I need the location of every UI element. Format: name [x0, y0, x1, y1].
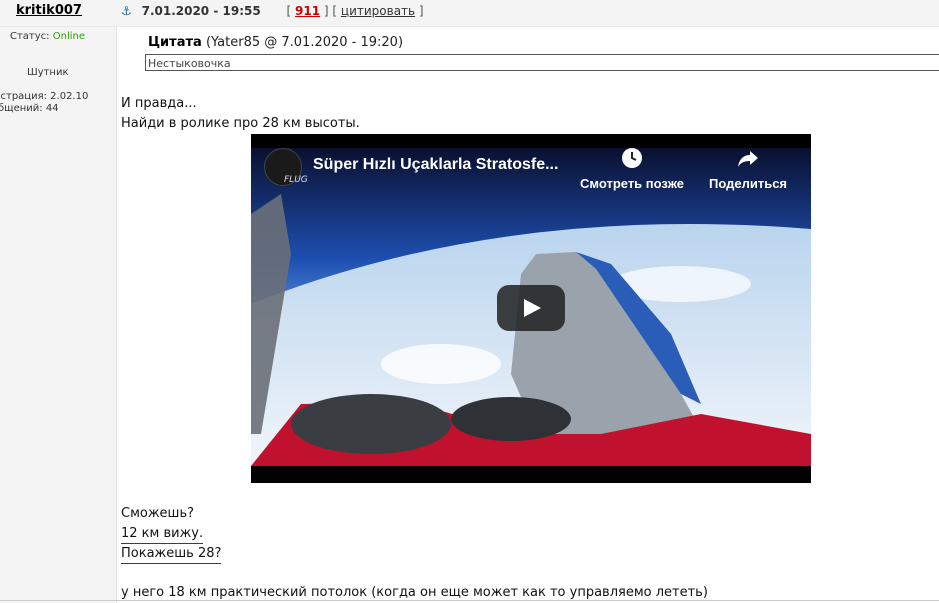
quote-source: (Yater85 @ 7.01.2020 - 19:20): [205, 35, 404, 50]
quote-label: Цитата: [148, 35, 202, 50]
watch-later-button[interactable]: Смотреть позже: [580, 146, 684, 191]
body-line-3: Сможешь?: [121, 506, 195, 521]
divider: [0, 600, 939, 601]
post-date: 7.01.2020 - 19:55: [141, 4, 261, 18]
play-icon[interactable]: [497, 285, 565, 331]
underlined-text-2: Покажешь 28?: [121, 546, 222, 564]
anchor-icon[interactable]: ⚓: [121, 4, 132, 18]
body-line-5: Покажешь 28?: [121, 546, 222, 564]
body-line-1: И правда...: [121, 96, 197, 111]
author-username[interactable]: kritik007: [16, 3, 82, 18]
share-icon: [738, 151, 759, 167]
post-number-link[interactable]: 911: [295, 4, 320, 18]
channel-logo-text: FLUG: [284, 175, 308, 185]
video-title[interactable]: Süper Hızlı Uçaklarla Stratosfe...: [313, 156, 558, 174]
share-label: Поделиться: [709, 176, 788, 191]
author-status: Статус: Online: [10, 31, 85, 42]
author-messages: бщений: 44: [0, 103, 59, 114]
body-line-4: 12 км вижу.: [121, 526, 204, 544]
quote-link[interactable]: цитировать: [341, 4, 415, 18]
quote-header: Цитата (Yater85 @ 7.01.2020 - 19:20): [148, 35, 403, 50]
post-links: [ 911 ] [ цитировать ]: [286, 4, 424, 18]
post-meta: ⚓ 7.01.2020 - 19:55 [ 911 ] [ цитировать…: [121, 4, 424, 18]
body-line-2: Найди в ролике про 28 км высоты.: [121, 116, 360, 131]
clock-icon: [621, 148, 642, 168]
author-registered: истрация: 2.02.10: [0, 91, 89, 102]
author-rank: Шутник: [27, 67, 69, 78]
share-button[interactable]: Поделиться: [709, 146, 787, 191]
body-line-6: у него 18 км практический потолок (когда…: [121, 585, 708, 600]
video-player[interactable]: FLUG Süper Hızlı Uçaklarla Stratosfe... …: [251, 134, 811, 483]
quote-box: Нестыковочка: [145, 54, 939, 71]
underlined-text-1: 12 км вижу.: [121, 526, 204, 544]
status-label: Статус:: [10, 31, 50, 42]
watch-later-label: Смотреть позже: [580, 176, 684, 191]
status-value: Online: [52, 31, 85, 42]
